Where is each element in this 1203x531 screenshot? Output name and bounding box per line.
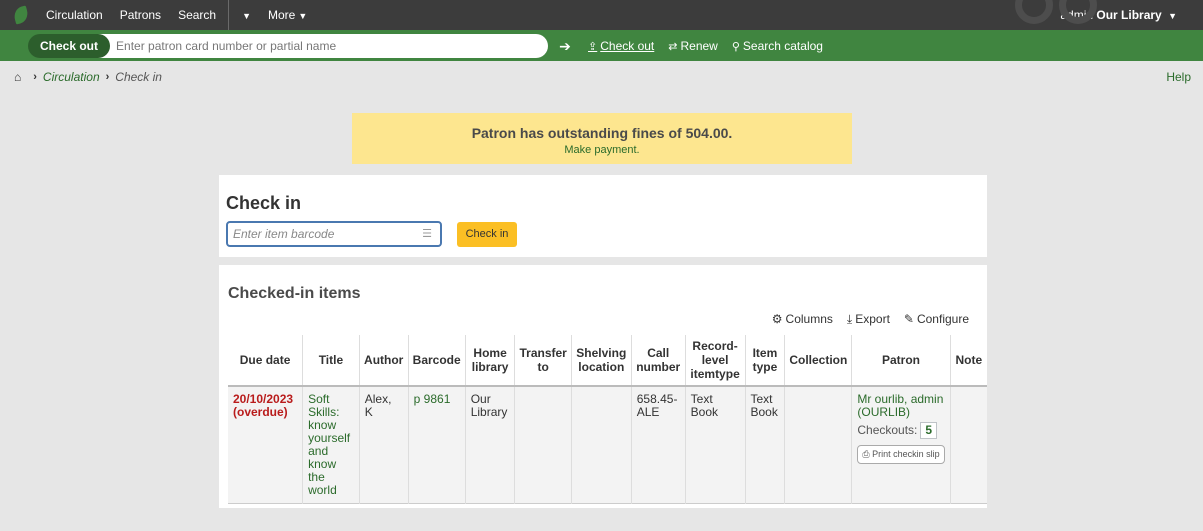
search-icon: ⚲	[731, 40, 740, 53]
nav-search-dropdown[interactable]: ▼	[239, 8, 251, 22]
col-author[interactable]: Author	[359, 335, 409, 386]
checkout-tab[interactable]: Check out	[28, 33, 111, 58]
col-collection[interactable]: Collection	[784, 335, 853, 386]
search-catalog-link[interactable]: ⚲ Search catalog	[732, 39, 823, 53]
wrench-icon: ✎	[903, 312, 914, 326]
checkouts-count: Checkouts: 5	[857, 422, 938, 439]
patron-search-input[interactable]: Enter patron card number or partial name	[96, 33, 549, 58]
col-home-library[interactable]: Home library	[465, 335, 516, 386]
nav-circulation[interactable]: Circulation	[46, 8, 103, 22]
koha-logo-icon[interactable]	[12, 5, 30, 25]
fines-alert: Patron has outstanding fines of 504.00. …	[352, 113, 852, 164]
cell-barcode: p 9861	[408, 386, 466, 504]
table-toolbar: ⚙ Columns ⤓ Export ✎ Configure	[758, 312, 969, 327]
checkouts-badge[interactable]: 5	[920, 422, 938, 439]
caret-down-icon: ▼	[242, 11, 252, 21]
col-note[interactable]: Note	[950, 335, 987, 386]
top-navbar: Circulation Patrons Search ▼ More ▼ admin…	[0, 0, 1203, 30]
caret-down-icon: ▼	[1168, 11, 1177, 21]
cell-title: Soft Skills: know yourself and know the …	[302, 386, 360, 504]
col-title[interactable]: Title	[302, 335, 360, 386]
help-link[interactable]: Help	[1166, 70, 1191, 84]
cell-record-itemtype: Text Book	[685, 386, 746, 504]
col-patron[interactable]: Patron	[851, 335, 951, 386]
checked-in-items-panel: Checked-in items ⚙ Columns ⤓ Export ✎ Confi…	[219, 265, 987, 508]
make-payment-link[interactable]: Make payment.	[564, 144, 639, 156]
cell-item-type: Text Book	[745, 386, 786, 504]
chevron-right-icon: ›	[33, 71, 37, 83]
gear-icon: ⚙	[771, 312, 783, 326]
table-row: 20/10/2023 (overdue) Soft Skills: know yo…	[228, 386, 987, 504]
home-icon[interactable]: ⌂	[14, 70, 21, 84]
col-shelving-location[interactable]: Shelving location	[571, 335, 632, 386]
barcode-input[interactable]: Enter item barcode ☰	[226, 221, 442, 247]
columns-button[interactable]: ⚙ Columns	[772, 312, 833, 327]
col-barcode[interactable]: Barcode	[408, 335, 466, 386]
breadcrumb-current: Check in	[115, 70, 162, 84]
nav-patrons[interactable]: Patrons	[120, 8, 161, 22]
col-record-itemtype[interactable]: Record-level itemtype	[685, 335, 746, 386]
cell-shelving-location	[571, 386, 632, 504]
printer-icon: ⎙	[862, 449, 870, 459]
nav-more[interactable]: More ▼	[268, 8, 307, 22]
checked-in-table: Due date Title Author Barcode Home libra…	[228, 335, 987, 504]
checkout-link[interactable]: ⇪ Check out	[588, 39, 654, 53]
retweet-icon: ⇄	[668, 40, 678, 53]
checkout-bar: Check out Enter patron card number or pa…	[0, 30, 1203, 61]
col-call-number[interactable]: Call number	[631, 335, 686, 386]
decorative-overlay	[1009, 0, 1159, 24]
export-button[interactable]: ⤓ Export	[847, 312, 890, 327]
col-due-date[interactable]: Due date	[228, 335, 304, 386]
checkin-panel: Check in Enter item barcode ☰ Check in	[219, 175, 987, 257]
page-title: Check in	[226, 193, 302, 213]
cell-transfer-to	[514, 386, 572, 504]
title-link[interactable]: Soft Skills: know yourself and know the …	[308, 392, 350, 497]
fines-message: Patron has outstanding fines of 504.00.	[471, 125, 733, 141]
cell-author: Alex, K	[359, 386, 409, 504]
section-title: Checked-in items	[228, 285, 361, 302]
caret-down-icon: ▼	[298, 11, 308, 21]
barcode-link[interactable]: p 9861	[414, 392, 451, 406]
cell-home-library: Our Library	[465, 386, 516, 504]
options-icon[interactable]: ☰	[422, 223, 432, 245]
checkin-button[interactable]: Check in	[457, 222, 517, 247]
arrow-right-icon[interactable]: ➔	[556, 37, 574, 55]
chevron-right-icon: ›	[105, 71, 110, 83]
col-transfer-to[interactable]: Transfer to	[514, 335, 572, 386]
breadcrumb: ⌂ › Circulation › Check in	[14, 70, 162, 84]
patron-link[interactable]: Mr ourlib, admin (OURLIB)	[857, 393, 944, 419]
upload-icon: ⇪	[588, 40, 598, 53]
breadcrumb-circulation[interactable]: Circulation	[43, 70, 100, 84]
download-icon: ⤓	[846, 312, 853, 326]
renew-link[interactable]: ⇄ Renew	[668, 39, 718, 53]
col-item-type[interactable]: Item type	[745, 335, 786, 386]
cell-call-number: 658.45-ALE	[631, 386, 686, 504]
cell-note	[950, 386, 987, 504]
cell-collection	[784, 386, 853, 504]
print-checkin-slip-button[interactable]: ⎙ Print checkin slip	[857, 445, 945, 464]
nav-divider	[228, 0, 230, 30]
cell-patron: Mr ourlib, admin (OURLIB) Checkouts: 5 ⎙ …	[851, 386, 951, 504]
nav-search[interactable]: Search	[178, 8, 216, 22]
cell-due-date: 20/10/2023 (overdue)	[228, 386, 304, 504]
configure-button[interactable]: ✎ Configure	[904, 312, 969, 327]
